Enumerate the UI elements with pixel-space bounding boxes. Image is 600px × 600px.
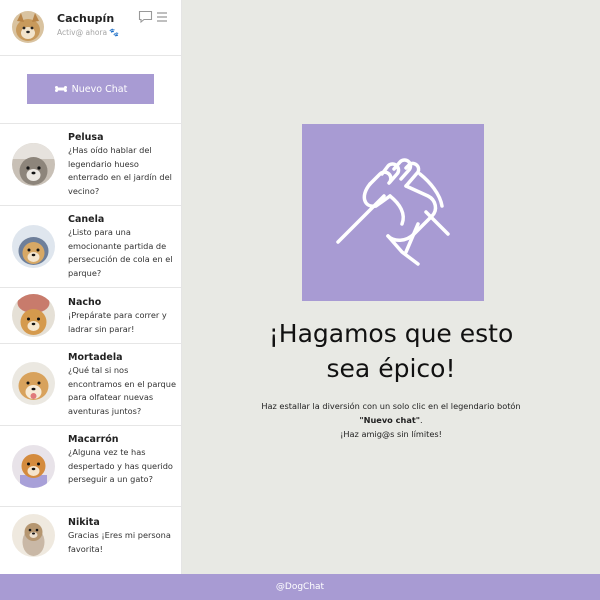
headline-line-2: sea épico! xyxy=(326,354,456,383)
chat-item-mortadela[interactable]: Mortadela ¿Qué tal si nos encontramos en… xyxy=(0,344,181,426)
description-line-1: Haz estallar la diversión con un solo cl… xyxy=(261,401,521,411)
chat-item-nikita[interactable]: Nikita Gracias ¡Eres mi persona favorita… xyxy=(0,507,181,574)
new-chat-section: Nuevo Chat xyxy=(0,56,181,124)
avatar xyxy=(12,143,55,186)
headline-line-1: ¡Hagamos que esto xyxy=(268,319,514,348)
app: Cachupín Activ@ ahora 🐾 Nuevo Chat Pelusa… xyxy=(0,0,600,574)
profile-name: Cachupín xyxy=(57,12,115,25)
hero-image xyxy=(302,124,484,301)
chat-name: Mortadela xyxy=(68,352,123,363)
chat-item-canela[interactable]: Canela ¿Listo para una emocionante parti… xyxy=(0,206,181,288)
chat-preview: ¿Qué tal si nos encontramos en el parque… xyxy=(68,365,176,417)
avatar xyxy=(12,225,55,268)
chat-name: Macarrón xyxy=(68,434,119,445)
description: Haz estallar la diversión con un solo cl… xyxy=(182,399,600,441)
headline: ¡Hagamos que esto sea épico! xyxy=(182,316,600,386)
chat-name: Nacho xyxy=(68,297,102,308)
chat-preview: ¿Alguna vez te has despertado y has quer… xyxy=(68,447,173,485)
chat-name: Pelusa xyxy=(68,132,104,143)
new-chat-button[interactable]: Nuevo Chat xyxy=(27,74,154,104)
avatar xyxy=(12,445,55,488)
footer: @DogChat xyxy=(0,574,600,600)
profile-header: Cachupín Activ@ ahora 🐾 xyxy=(0,0,181,56)
chat-item-pelusa[interactable]: Pelusa ¿Has oído hablar del legendario h… xyxy=(0,124,181,206)
chat-preview: Gracias ¡Eres mi persona favorita! xyxy=(68,530,171,554)
profile-status-text: Activ@ ahora xyxy=(57,28,108,37)
bone-icon xyxy=(54,86,67,92)
chat-bubble-icon[interactable] xyxy=(138,10,153,24)
new-chat-label: Nuevo Chat xyxy=(71,83,128,95)
description-period: . xyxy=(420,415,423,425)
chat-item-macarron[interactable]: Macarrón ¿Alguna vez te has despertado y… xyxy=(0,426,181,507)
description-line-3: ¡Haz amig@s sin límites! xyxy=(340,429,442,439)
avatar xyxy=(12,514,55,557)
sidebar: Cachupín Activ@ ahora 🐾 Nuevo Chat Pelusa… xyxy=(0,0,182,574)
menu-icon[interactable] xyxy=(155,10,169,24)
paw-icon: 🐾 xyxy=(109,28,120,37)
chat-preview: ¿Has oído hablar del legendario hueso en… xyxy=(68,145,172,197)
chat-preview: ¿Listo para una emocionante partida de p… xyxy=(68,227,173,279)
chat-name: Canela xyxy=(68,214,105,225)
chat-name: Nikita xyxy=(68,517,100,528)
chat-item-nacho[interactable]: Nacho ¡Prepárate para correr y ladrar si… xyxy=(0,288,181,344)
header-actions xyxy=(138,10,169,24)
avatar xyxy=(12,362,55,405)
footer-text: @DogChat xyxy=(275,582,325,592)
chat-preview: ¡Prepárate para correr y ladrar sin para… xyxy=(68,310,167,334)
description-line-2: "Nuevo chat". xyxy=(182,413,600,427)
profile-status: Activ@ ahora 🐾 xyxy=(57,28,119,37)
handshake-icon xyxy=(336,158,450,266)
description-bold: "Nuevo chat" xyxy=(359,415,421,425)
profile-avatar[interactable] xyxy=(12,11,44,43)
avatar xyxy=(12,294,55,337)
main-panel: ¡Hagamos que esto sea épico! Haz estalla… xyxy=(182,0,600,574)
